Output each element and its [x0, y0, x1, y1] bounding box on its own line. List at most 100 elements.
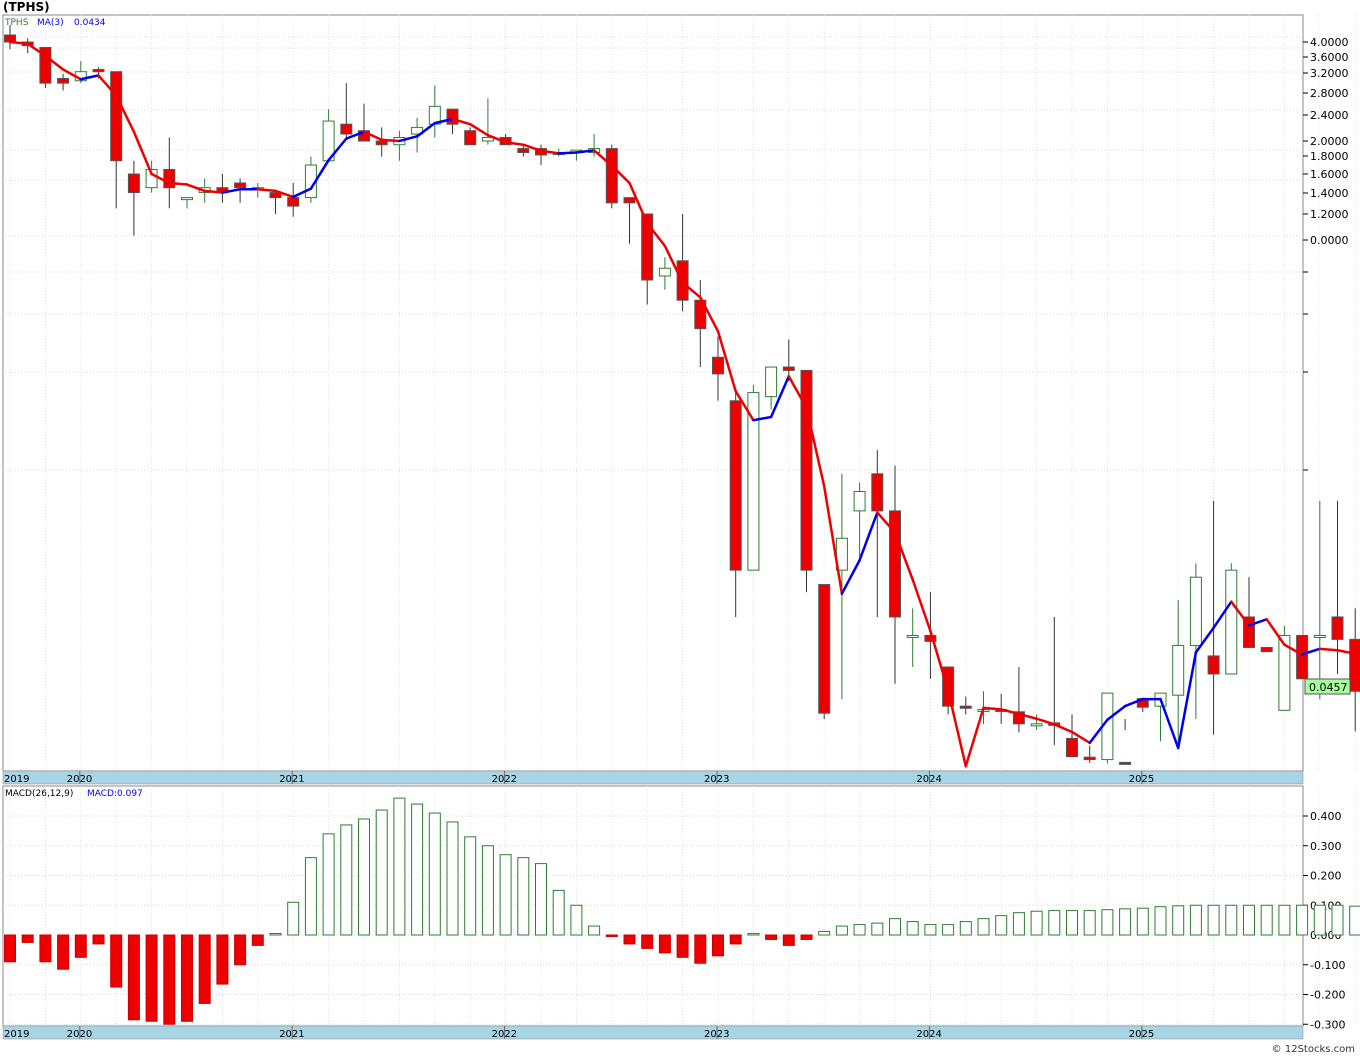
macd-bar-negative [695, 935, 706, 963]
macd-bar-positive [288, 902, 299, 935]
candle-body-down [624, 198, 635, 203]
price-y-axis: 4.00003.60003.20002.80002.40002.00001.80… [1303, 36, 1349, 470]
candle-body-down [1208, 656, 1219, 674]
chart-title: (TPHS) [3, 0, 50, 14]
watermark: © 12Stocks.com [1272, 1044, 1355, 1055]
macd-bar-positive [1102, 910, 1113, 935]
candle-body-down [1297, 635, 1308, 678]
macd-bar-positive [1190, 905, 1201, 935]
candle-body-down [819, 585, 830, 714]
price-x-axis-band [3, 771, 1303, 784]
macd-bar-positive [925, 925, 936, 935]
symbol-legend: TPHS [4, 18, 29, 28]
macd-bar-negative [199, 935, 210, 1003]
macd-bar-positive [394, 798, 405, 935]
price-y-tick-label: 0.0000 [1310, 234, 1349, 247]
candle-body-up [1031, 724, 1042, 726]
candle-body-down [1350, 639, 1360, 691]
macd-bar-positive [500, 855, 511, 935]
macd-bar-positive [819, 931, 830, 935]
year-label: 2019 [4, 1029, 29, 1040]
macd-bar-positive [553, 890, 564, 935]
macd-bar-positive [1350, 906, 1360, 935]
macd-bar-positive [482, 846, 493, 935]
macd-bar-negative [111, 935, 122, 987]
year-label: 2019 [4, 774, 29, 785]
macd-bar-positive [872, 923, 883, 935]
macd-bar-positive [996, 916, 1007, 935]
macd-bar-positive [1120, 909, 1131, 935]
price-y-tick-label: 2.0000 [1310, 135, 1349, 148]
candle-body-down [447, 109, 458, 124]
macd-bar-negative [659, 935, 670, 953]
macd-bar-negative [93, 935, 104, 944]
macd-y-tick-label: -0.100 [1310, 959, 1345, 972]
macd-bar-negative [40, 935, 51, 962]
macd-bar-positive [270, 934, 281, 935]
stock-chart-svg: 4.00003.60003.20002.80002.40002.00001.80… [0, 0, 1360, 1056]
macd-y-tick-label: 0.300 [1310, 840, 1342, 853]
macd-bar-negative [182, 935, 193, 1021]
ma-segment [382, 140, 400, 141]
macd-bar-positive [1314, 905, 1325, 935]
ma-segment [1320, 649, 1338, 650]
candle [606, 145, 617, 209]
macd-bar-positive [518, 858, 529, 935]
macd-bar-positive [1226, 905, 1237, 935]
macd-bar-negative [75, 935, 86, 957]
macd-bar-positive [376, 810, 387, 935]
macd-bar-negative [58, 935, 69, 969]
macd-bar-negative [801, 935, 812, 939]
candle-body-down [341, 124, 352, 134]
candle [1297, 635, 1308, 678]
macd-bar-negative [730, 935, 741, 944]
macd-bar-negative [235, 935, 246, 965]
candle-body-down [111, 72, 122, 161]
macd-y-tick-label: 0.400 [1310, 810, 1342, 823]
price-y-tick-label: 2.8000 [1310, 87, 1349, 100]
macd-bar-positive [890, 919, 901, 935]
price-y-tick-label: 1.4000 [1310, 187, 1349, 200]
macd-bar-positive [589, 926, 600, 935]
macd-panel: 0.4000.3000.2000.1000.000-0.100-0.200-0.… [3, 786, 1360, 1031]
macd-bar-positive [1208, 905, 1219, 935]
price-y-tick-label: 2.4000 [1310, 109, 1349, 122]
candle-body-down [93, 70, 104, 72]
ma-value: 0.0434 [74, 18, 106, 28]
ma-segment [984, 708, 1002, 709]
chart-root: 4.00003.60003.20002.80002.40002.00001.80… [0, 0, 1360, 1056]
macd-bar-negative [606, 935, 617, 936]
candle-body-down [1084, 757, 1095, 759]
ma-segment [258, 189, 276, 191]
candle [1102, 693, 1113, 763]
macd-bar-positive [323, 834, 334, 935]
candle-body-up [907, 635, 918, 637]
price-y-tick-label: 1.6000 [1310, 168, 1349, 181]
macd-bar-negative [783, 935, 794, 945]
ma-segment [559, 153, 577, 154]
candle [1261, 647, 1272, 651]
macd-bar-positive [854, 925, 865, 935]
macd-bar-negative [677, 935, 688, 957]
macd-bar-positive [1013, 913, 1024, 935]
candle [1332, 501, 1343, 674]
macd-bar-positive [943, 925, 954, 935]
macd-bar-positive [1332, 905, 1343, 935]
macd-bar-positive [1244, 905, 1255, 935]
macd-y-tick-label: 0.200 [1310, 870, 1342, 883]
macd-bar-negative [766, 935, 777, 939]
candle-body-down [164, 169, 175, 187]
macd-bar-negative [146, 935, 157, 1021]
candle-body-down [376, 141, 387, 145]
candle-body-down [713, 357, 724, 374]
candle-body-down [1332, 617, 1343, 639]
candle-body-down [235, 183, 246, 188]
macd-bar-negative [252, 935, 263, 945]
macd-bar-negative [624, 935, 635, 944]
macd-bar-positive [359, 819, 370, 935]
candle [801, 370, 812, 592]
macd-legend: MACD(26,12,9) [5, 789, 73, 799]
macd-bar-positive [1155, 907, 1166, 935]
candle-body-down [783, 367, 794, 370]
macd-bar-positive [978, 919, 989, 935]
